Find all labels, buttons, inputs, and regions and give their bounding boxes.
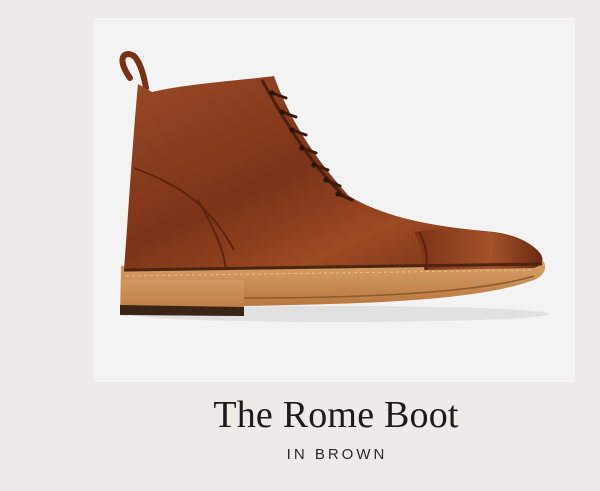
- product-photo[interactable]: [94, 18, 575, 382]
- boot-icon: [119, 51, 549, 322]
- product-title: The Rome Boot: [213, 394, 459, 436]
- product-color-label: IN BROWN: [286, 446, 388, 463]
